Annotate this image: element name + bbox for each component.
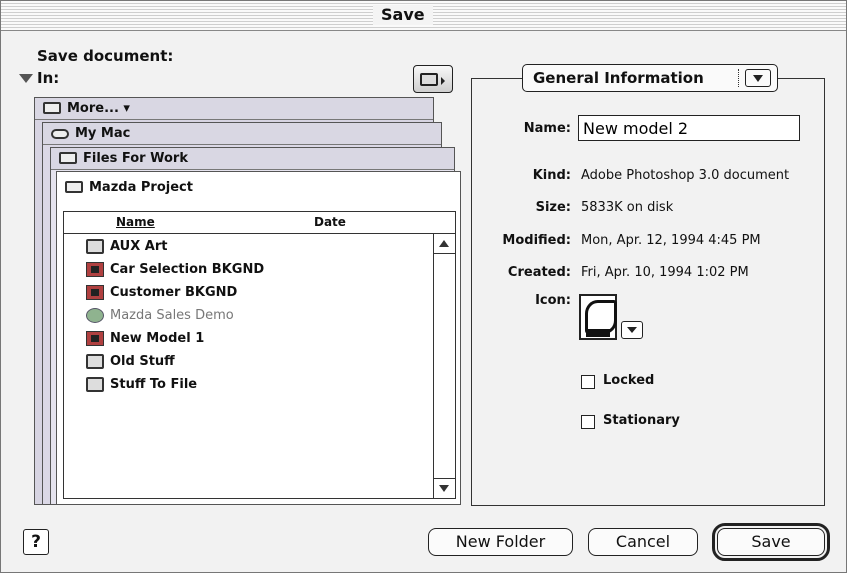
stack-label-more: More... ▾ (67, 101, 130, 116)
stationary-label: Stationary (603, 413, 680, 428)
in-popup[interactable]: In: (19, 69, 59, 87)
kind-label: Kind: (532, 168, 571, 183)
chevron-down-icon (745, 69, 771, 87)
name-field[interactable] (578, 115, 800, 141)
folder-icon (86, 354, 104, 369)
document-icon (86, 262, 104, 277)
in-label: In: (37, 69, 60, 87)
photoshop-document-icon[interactable] (579, 294, 617, 340)
cancel-button[interactable]: Cancel (588, 528, 698, 556)
list-item[interactable]: Stuff To File (86, 374, 386, 396)
size-value: 5833K on disk (581, 200, 674, 215)
list-item-label: Customer BKGND (110, 285, 238, 300)
folder-icon (86, 239, 104, 254)
title-bar[interactable]: Save (1, 1, 846, 31)
stationary-checkbox[interactable] (581, 415, 595, 429)
kind-value: Adobe Photoshop 3.0 document (581, 168, 790, 183)
icon-label: Icon: (535, 293, 571, 308)
list-item-label: Old Stuff (110, 354, 175, 369)
scroll-down-arrow-icon[interactable] (434, 478, 455, 498)
name-label: Name: (523, 121, 571, 136)
disk-icon (43, 102, 61, 114)
created-label: Created: (507, 265, 571, 280)
window-title: Save (373, 5, 433, 25)
arrow-right-icon (441, 77, 445, 85)
stack-label-my-mac: My Mac (75, 126, 131, 141)
folder-shortcut-button[interactable] (413, 65, 453, 93)
help-button[interactable]: ? (23, 529, 49, 555)
current-folder-label: Mazda Project (89, 180, 193, 195)
save-document-label: Save document: (37, 47, 174, 65)
folder-icon (59, 152, 77, 164)
folder-icon (86, 377, 104, 392)
application-icon (86, 308, 104, 323)
disclosure-triangle-icon (19, 74, 33, 83)
group-selector-popup[interactable]: General Information (522, 64, 778, 92)
list-item-label: New Model 1 (110, 331, 205, 346)
size-label: Size: (535, 200, 571, 215)
list-item[interactable]: Car Selection BKGND (86, 259, 386, 281)
column-header-date[interactable]: Date (314, 215, 346, 229)
group-selector-label: General Information (533, 69, 704, 87)
info-group-box (471, 78, 825, 506)
file-list[interactable]: Name Date AUX Art Car Selection BKGND Cu… (63, 211, 456, 499)
list-item[interactable]: Mazda Sales Demo (86, 305, 386, 327)
list-item-label: AUX Art (110, 239, 168, 254)
icon-menu-chevron-down-icon[interactable] (621, 321, 643, 339)
modified-label: Modified: (502, 233, 571, 248)
list-item[interactable]: Old Stuff (86, 351, 386, 373)
new-folder-button[interactable]: New Folder (428, 528, 573, 556)
locked-checkbox[interactable] (581, 375, 595, 389)
file-list-header: Name Date (64, 212, 455, 234)
stack-label-files-for-work: Files For Work (83, 151, 188, 166)
document-icon (86, 285, 104, 300)
save-button[interactable]: Save (712, 523, 830, 561)
list-item-label: Mazda Sales Demo (110, 308, 234, 323)
list-item-label: Stuff To File (110, 377, 198, 392)
locked-label: Locked (603, 373, 655, 388)
save-dialog: Save Save document: In: More... ▾ My Mac… (0, 0, 847, 573)
list-item[interactable]: New Model 1 (86, 328, 386, 350)
column-header-name[interactable]: Name (116, 215, 155, 229)
list-item-label: Car Selection BKGND (110, 262, 265, 277)
hard-drive-icon (51, 129, 69, 139)
list-item[interactable]: Customer BKGND (86, 282, 386, 304)
divider (738, 69, 739, 87)
created-value: Fri, Apr. 10, 1994 1:02 PM (581, 265, 749, 280)
document-icon (86, 331, 104, 346)
list-item[interactable]: AUX Art (86, 236, 386, 258)
modified-value: Mon, Apr. 12, 1994 4:45 PM (581, 233, 761, 248)
folder-icon (65, 181, 83, 193)
folder-icon (420, 73, 438, 86)
